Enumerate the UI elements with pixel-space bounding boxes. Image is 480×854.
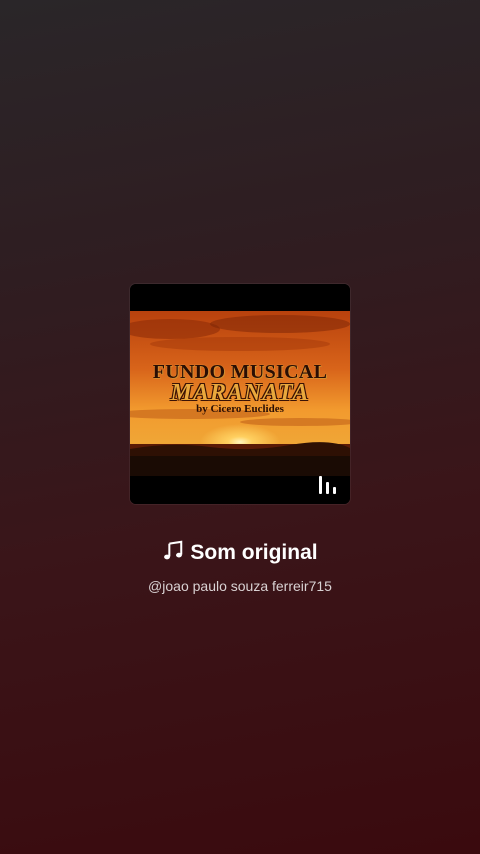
sound-title-text: Som original: [190, 541, 318, 564]
playing-bars-icon[interactable]: [318, 474, 338, 494]
sound-title: Som original: [0, 540, 480, 565]
music-note-icon: [164, 540, 183, 560]
album-cover[interactable]: FUNDO MUSICAL MARANATA by Cicero Euclide…: [130, 284, 350, 504]
cover-byline: by Cicero Euclides: [196, 403, 284, 415]
sound-page: FUNDO MUSICAL MARANATA by Cicero Euclide…: [0, 0, 480, 854]
sound-author[interactable]: @joao paulo souza ferreir715: [0, 578, 480, 594]
